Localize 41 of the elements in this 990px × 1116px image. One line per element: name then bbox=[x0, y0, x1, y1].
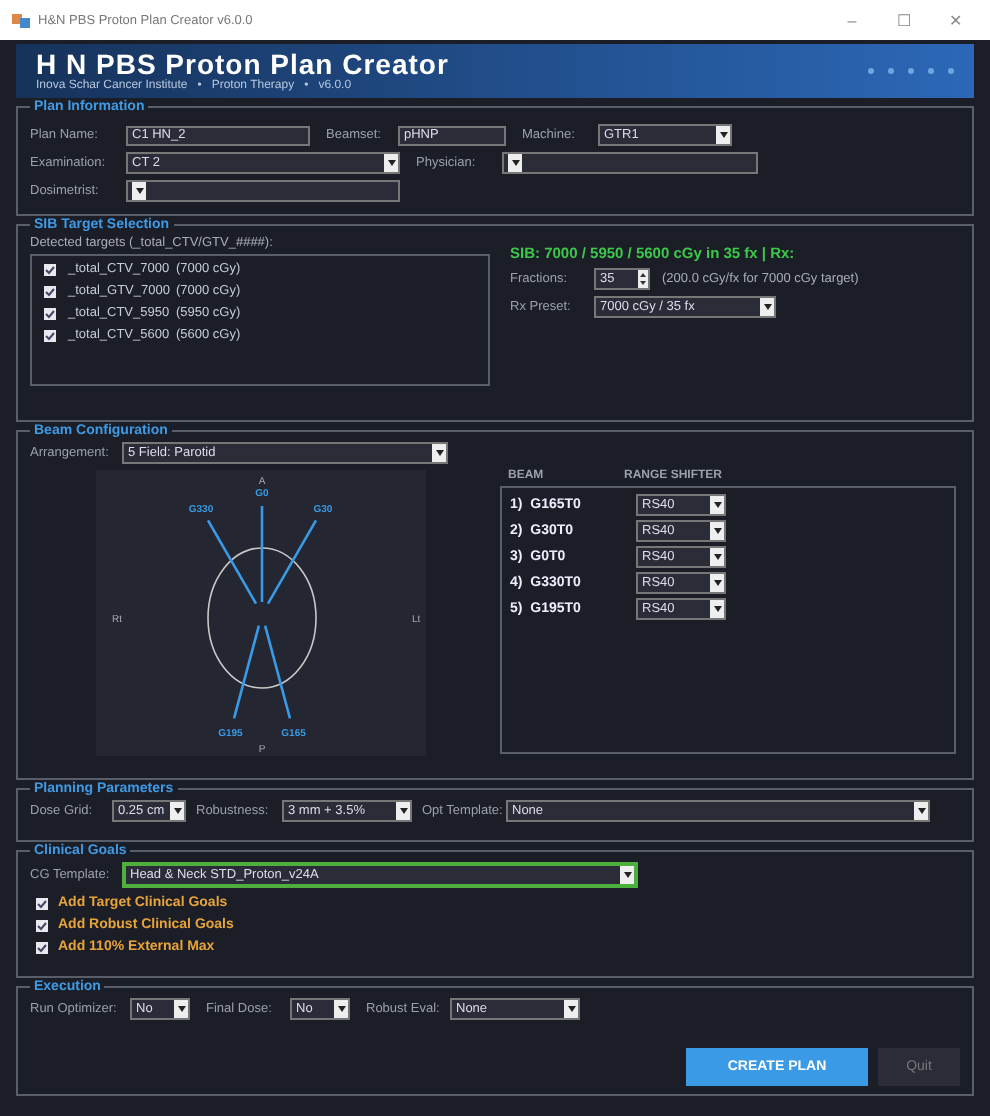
checkbox[interactable] bbox=[44, 307, 56, 319]
patient-outline bbox=[207, 547, 317, 689]
dropdown-arrow-icon bbox=[384, 154, 398, 172]
dot-icon bbox=[868, 68, 874, 74]
window-control[interactable]: ✕ bbox=[934, 11, 978, 29]
checkbox[interactable] bbox=[44, 329, 56, 341]
dropdown-arrow-icon bbox=[174, 1000, 188, 1018]
dot-icon bbox=[908, 68, 914, 74]
checkbox[interactable] bbox=[44, 263, 56, 275]
dropdown-arrow-icon bbox=[760, 298, 774, 316]
window-control[interactable]: ☐ bbox=[882, 11, 926, 29]
dropdown-arrow-icon bbox=[710, 548, 724, 566]
dropdown[interactable] bbox=[502, 152, 758, 174]
checkbox[interactable] bbox=[36, 897, 48, 909]
dropdown-arrow-icon bbox=[710, 600, 724, 618]
dot-icon bbox=[928, 68, 934, 74]
dropdown-arrow-icon bbox=[914, 802, 928, 820]
dropdown-arrow-icon bbox=[432, 444, 446, 462]
dropdown-arrow-icon bbox=[334, 1000, 348, 1018]
dropdown-arrow-icon bbox=[716, 126, 730, 144]
app-icon bbox=[12, 12, 30, 28]
dropdown-arrow-icon bbox=[132, 182, 146, 200]
checkbox[interactable] bbox=[36, 919, 48, 931]
beam-line bbox=[263, 625, 292, 719]
checkbox[interactable] bbox=[44, 285, 56, 297]
dot-icon bbox=[888, 68, 894, 74]
dropdown-arrow-icon bbox=[564, 1000, 578, 1018]
dropdown[interactable] bbox=[126, 180, 400, 202]
dropdown-arrow-icon bbox=[710, 496, 724, 514]
dropdown-arrow-icon bbox=[710, 574, 724, 592]
dropdown-arrow-icon bbox=[170, 802, 184, 820]
dropdown-arrow-icon bbox=[396, 802, 410, 820]
app-title: H N PBS Proton Plan Creator bbox=[36, 50, 451, 80]
spin-arrows-icon bbox=[638, 270, 648, 288]
beam-line bbox=[232, 625, 261, 719]
window-control[interactable]: – bbox=[830, 11, 874, 29]
checkbox[interactable] bbox=[36, 941, 48, 953]
dropdown-arrow-icon bbox=[620, 866, 634, 884]
dot-icon bbox=[948, 68, 954, 74]
dropdown-arrow-icon bbox=[710, 522, 724, 540]
dropdown-arrow-icon bbox=[508, 154, 522, 172]
